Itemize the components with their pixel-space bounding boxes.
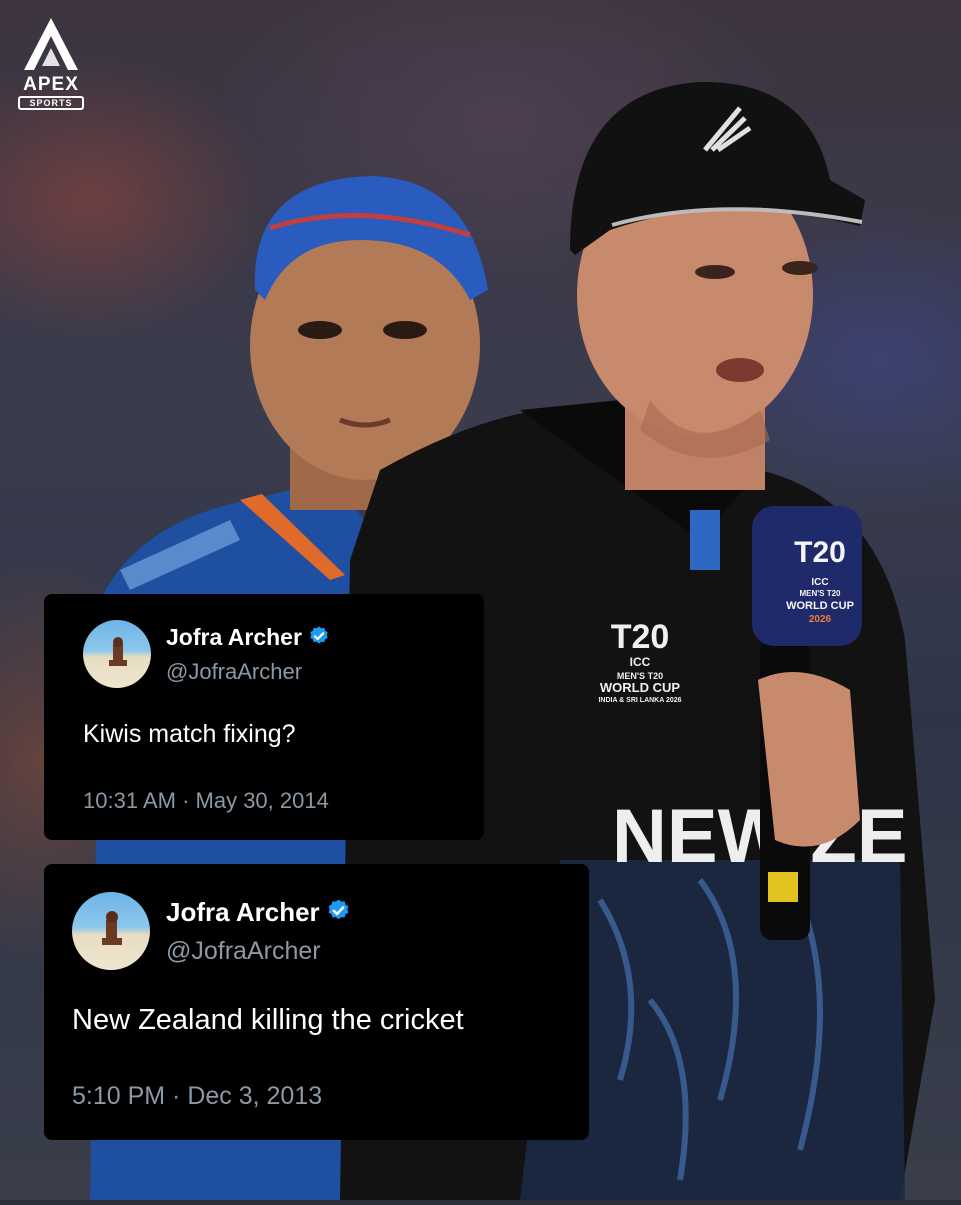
avatar[interactable] <box>83 620 151 688</box>
author-name[interactable]: Jofra Archer <box>166 624 330 653</box>
tweet-text: Kiwis match fixing? <box>83 720 296 748</box>
apex-logo-icon <box>24 18 78 70</box>
tweet-card[interactable]: Jofra Archer @JofraArcher Kiwis match fi… <box>44 594 484 840</box>
jersey-text: NEW ZE <box>612 794 908 879</box>
avatar[interactable] <box>72 892 150 970</box>
verified-badge-icon <box>308 625 330 653</box>
svg-text:T20: T20 <box>794 536 846 569</box>
svg-text:T20: T20 <box>611 618 670 656</box>
logo-subtitle: SPORTS <box>18 96 84 110</box>
svg-text:ICC: ICC <box>630 655 651 669</box>
svg-text:2026: 2026 <box>809 614 832 625</box>
tweet-text: New Zealand killing the cricket <box>72 1004 464 1036</box>
tweet-timestamp[interactable]: 10:31 AM · May 30, 2014 <box>83 788 329 814</box>
logo-wordmark: APEX <box>23 74 79 95</box>
avatar-photo-icon <box>102 911 122 945</box>
apex-sports-logo: APEX SPORTS <box>14 14 88 114</box>
tweet-card[interactable]: Jofra Archer @JofraArcher New Zealand ki… <box>44 864 589 1140</box>
author-name[interactable]: Jofra Archer <box>166 897 351 930</box>
author-handle[interactable]: @JofraArcher <box>166 937 321 966</box>
author-handle[interactable]: @JofraArcher <box>166 659 302 685</box>
svg-text:WORLD CUP: WORLD CUP <box>786 600 854 612</box>
verified-badge-icon <box>326 898 351 930</box>
tweet-timestamp[interactable]: 5:10 PM · Dec 3, 2013 <box>72 1082 322 1111</box>
svg-text:INDIA & SRI LANKA 2026: INDIA & SRI LANKA 2026 <box>598 697 681 704</box>
svg-text:WORLD CUP: WORLD CUP <box>600 680 680 695</box>
svg-text:ICC: ICC <box>811 577 828 588</box>
svg-text:MEN'S T20: MEN'S T20 <box>799 589 841 598</box>
avatar-photo-icon <box>109 637 127 666</box>
